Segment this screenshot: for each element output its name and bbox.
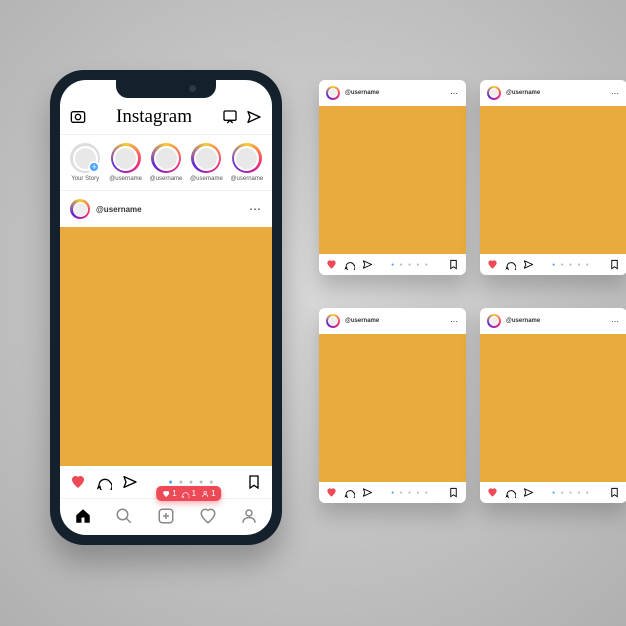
post-avatar[interactable] [326, 314, 340, 328]
story-item[interactable]: @username [230, 143, 264, 182]
story-label: Your Story [71, 176, 99, 182]
carousel-dots: ● ● ● ● ● [380, 490, 441, 496]
post-avatar[interactable] [487, 314, 501, 328]
notif-comments-count: 1 [192, 489, 196, 498]
post-username[interactable]: @username [96, 205, 142, 214]
like-icon[interactable] [487, 259, 498, 270]
tab-bar: 1 1 1 [60, 498, 272, 535]
carousel-dots: ● ● ● ● ● [541, 262, 602, 268]
stories-row: + Your Story @username @username @userna… [60, 135, 272, 191]
post-image[interactable] [319, 334, 466, 482]
post-header: @username ⋯ [60, 191, 272, 227]
like-icon[interactable] [326, 487, 337, 498]
post-more-icon[interactable]: ⋯ [450, 89, 459, 98]
post-username[interactable]: @username [345, 90, 379, 96]
post-actions: ● ● ● ● ● [480, 482, 626, 503]
post-more-icon[interactable]: ⋯ [611, 89, 620, 98]
search-tab-icon[interactable] [115, 507, 133, 525]
post-header: @username ⋯ [480, 80, 626, 106]
story-label: @username [150, 176, 183, 182]
post-avatar[interactable] [487, 86, 501, 100]
post-header: @username ⋯ [480, 308, 626, 334]
add-story-icon[interactable]: + [88, 161, 100, 173]
share-icon[interactable] [523, 259, 534, 270]
post-image[interactable] [480, 106, 626, 254]
phone-screen: Instagram + Your Story @username [60, 80, 272, 535]
post-card: @username ⋯ ● ● ● ● ● [480, 80, 626, 275]
comment-icon[interactable] [344, 487, 355, 498]
notif-followers-count: 1 [211, 489, 215, 498]
comment-icon[interactable] [505, 487, 516, 498]
carousel-dots: ● ● ● ● ● [148, 479, 236, 486]
app-logo: Instagram [116, 106, 192, 128]
post-username[interactable]: @username [506, 318, 540, 324]
post-more-icon[interactable]: ⋯ [249, 202, 262, 216]
activity-notification[interactable]: 1 1 1 [156, 486, 221, 501]
post-card: @username ⋯ ● ● ● ● ● [319, 308, 466, 503]
profile-tab-icon[interactable] [240, 507, 258, 525]
post-more-icon[interactable]: ⋯ [611, 317, 620, 326]
story-label: @username [230, 176, 263, 182]
carousel-dots: ● ● ● ● ● [380, 262, 441, 268]
post-actions: ● ● ● ● ● [480, 254, 626, 275]
share-icon[interactable] [362, 487, 373, 498]
home-tab-icon[interactable] [74, 507, 92, 525]
story-label: @username [190, 176, 223, 182]
share-icon[interactable] [523, 487, 534, 498]
like-icon[interactable] [326, 259, 337, 270]
story-item[interactable]: @username [189, 143, 223, 182]
story-item[interactable]: @username [149, 143, 183, 182]
post-avatar[interactable] [326, 86, 340, 100]
post-username[interactable]: @username [345, 318, 379, 324]
notif-likes-count: 1 [172, 489, 176, 498]
share-icon[interactable] [362, 259, 373, 270]
bookmark-icon[interactable] [246, 474, 262, 490]
post-card: @username ⋯ ● ● ● ● ● [480, 308, 626, 503]
story-item[interactable]: @username [108, 143, 142, 182]
camera-icon[interactable] [70, 109, 86, 125]
comment-icon[interactable] [96, 474, 112, 490]
post-avatar[interactable] [70, 199, 90, 219]
post-actions: ● ● ● ● ● [319, 254, 466, 275]
bookmark-icon[interactable] [609, 487, 620, 498]
post-actions: ● ● ● ● ● [319, 482, 466, 503]
activity-tab-icon[interactable] [199, 507, 217, 525]
post-image[interactable] [319, 106, 466, 254]
carousel-dots: ● ● ● ● ● [541, 490, 602, 496]
like-icon[interactable] [487, 487, 498, 498]
post-image[interactable] [480, 334, 626, 482]
comment-icon[interactable] [344, 259, 355, 270]
phone-frame: Instagram + Your Story @username [50, 70, 282, 545]
igtv-icon[interactable] [222, 109, 238, 125]
comment-icon[interactable] [505, 259, 516, 270]
top-bar: Instagram [60, 102, 272, 135]
post-header: @username ⋯ [319, 80, 466, 106]
post-more-icon[interactable]: ⋯ [450, 317, 459, 326]
post-image[interactable] [60, 227, 272, 466]
post-username[interactable]: @username [506, 90, 540, 96]
share-icon[interactable] [122, 474, 138, 490]
like-icon[interactable] [70, 474, 86, 490]
bookmark-icon[interactable] [448, 259, 459, 270]
post-card: @username ⋯ ● ● ● ● ● [319, 80, 466, 275]
bookmark-icon[interactable] [609, 259, 620, 270]
direct-message-icon[interactable] [246, 109, 262, 125]
create-tab-icon[interactable] [157, 507, 175, 525]
phone-notch [116, 80, 216, 98]
bookmark-icon[interactable] [448, 487, 459, 498]
post-header: @username ⋯ [319, 308, 466, 334]
story-label: @username [109, 176, 142, 182]
story-own[interactable]: + Your Story [68, 143, 102, 182]
